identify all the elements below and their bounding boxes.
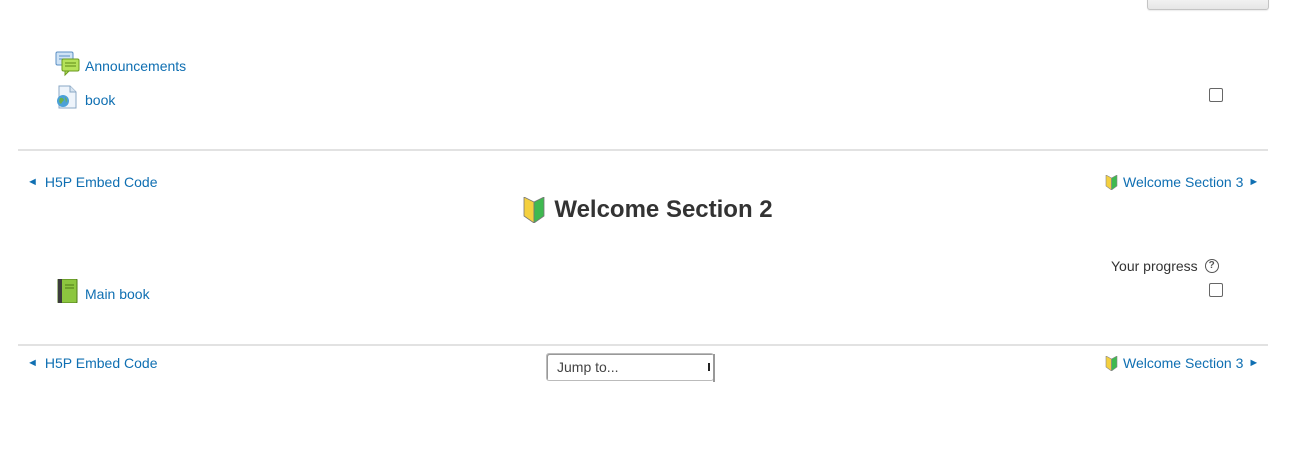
top-action-button[interactable] [1147,0,1269,10]
activity-label[interactable]: book [85,92,115,108]
forum-icon [55,51,80,77]
select-edge [713,354,715,382]
help-icon[interactable]: ? [1204,259,1219,273]
prev-section-link[interactable]: ◄ H5P Embed Code [27,355,157,371]
beginner-icon [1105,354,1118,372]
progress-area: Your progress ? [1111,258,1219,274]
next-section-label[interactable]: Welcome Section 3 [1123,174,1243,190]
chevron-down-icon [708,363,712,371]
completion-checkbox[interactable] [1209,283,1223,297]
right-arrow-icon: ► [1248,357,1260,369]
jump-to-label: Jump to... [557,359,619,375]
activity-book[interactable]: book [55,85,115,109]
activity-announcements[interactable]: Announcements [55,51,186,77]
activity-main-book[interactable]: Main book [57,278,150,304]
prev-section-label[interactable]: H5P Embed Code [45,355,158,371]
section-divider [18,344,1268,346]
left-arrow-icon: ◄ [27,357,38,369]
prev-section-label[interactable]: H5P Embed Code [45,174,158,190]
prev-section-link[interactable]: ◄ H5P Embed Code [27,174,157,190]
section-divider [18,149,1268,151]
progress-label: Your progress [1111,258,1198,274]
right-arrow-icon: ► [1248,176,1260,188]
activity-label[interactable]: Main book [85,286,150,302]
next-section-label[interactable]: Welcome Section 3 [1123,355,1243,371]
completion-checkbox[interactable] [1209,88,1223,102]
web-page-icon [55,85,79,109]
book-icon [57,278,79,304]
section-heading: Welcome Section 2 [0,196,1296,224]
left-arrow-icon: ◄ [27,176,38,188]
section-title: Welcome Section 2 [554,196,773,223]
activity-label[interactable]: Announcements [85,58,186,74]
beginner-icon [1105,173,1118,191]
jump-to-select[interactable]: Jump to... [546,353,715,382]
next-section-link[interactable]: Welcome Section 3 ► [1105,173,1260,191]
beginner-icon [523,196,545,224]
next-section-link[interactable]: Welcome Section 3 ► [1105,354,1260,372]
